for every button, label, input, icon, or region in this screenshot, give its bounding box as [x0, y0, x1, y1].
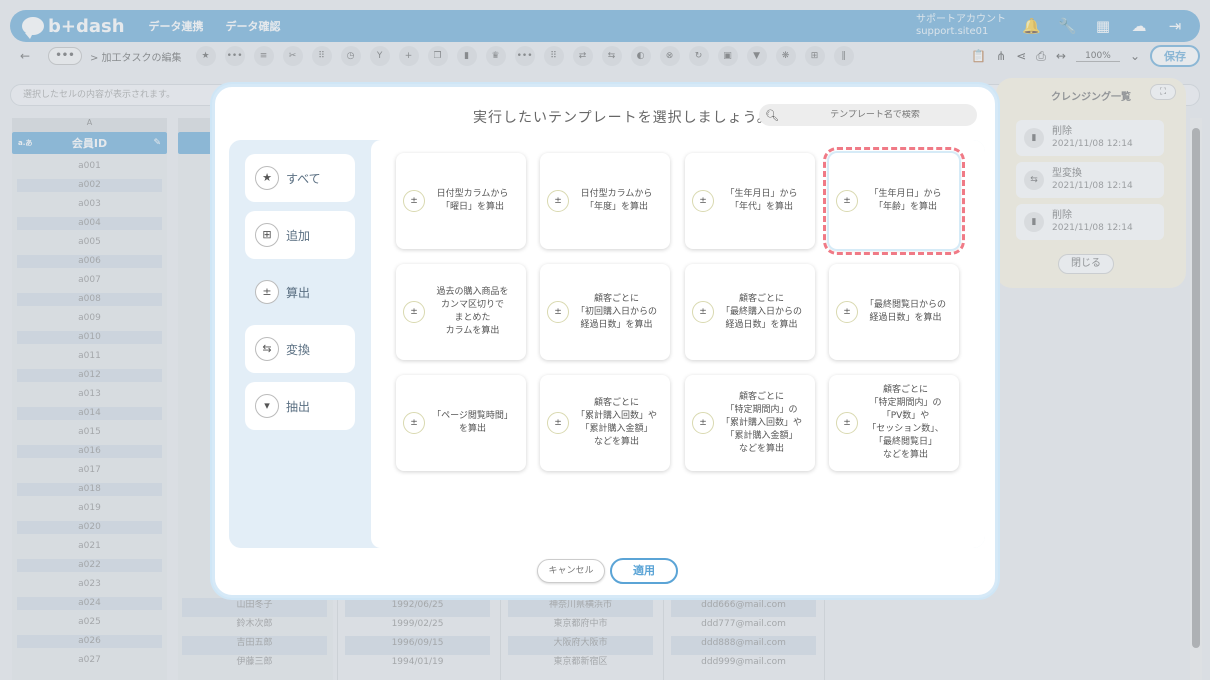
template-label: 顧客ごとに 「特定期間内」の 「累計購入回数」や 「累計購入金額」 などを算出 — [720, 391, 802, 454]
category-label: 追加 — [286, 228, 311, 243]
calc-icon: ± — [692, 412, 714, 434]
template-label: 顧客ごとに 「累計購入回数」や 「累計購入金額」 などを算出 — [575, 398, 657, 447]
calc-icon: ± — [547, 412, 569, 434]
template-label: 顧客ごとに 「初回購入日からの 経過日数」を算出 — [575, 293, 657, 330]
template-select-modal: 実行したいテンプレートを選択しましょう。 🔍︎ ★ すべて ⊞ 追加 ± 算出 … — [212, 84, 998, 598]
template-card[interactable]: ± 顧客ごとに 「最終購入日からの 経過日数」を算出 — [685, 264, 815, 360]
template-label: 日付型カラムから 「曜日」を算出 — [436, 189, 509, 212]
template-label: 顧客ごとに 「最終購入日からの 経過日数」を算出 — [720, 293, 802, 330]
calc-icon: ± — [255, 280, 279, 304]
calc-icon: ± — [836, 301, 858, 323]
template-card[interactable]: ± 「生年月日」から 「年代」を算出 — [685, 153, 815, 249]
template-label: 日付型カラムから 「年度」を算出 — [580, 189, 653, 212]
calc-icon: ± — [403, 412, 425, 434]
template-card[interactable]: ± 顧客ごとに 「初回購入日からの 経過日数」を算出 — [540, 264, 670, 360]
calc-icon: ± — [836, 190, 858, 212]
template-card[interactable]: ± 「最終閲覧日からの 経過日数」を算出 — [829, 264, 959, 360]
calc-icon: ± — [692, 301, 714, 323]
filter-icon: ▾ — [255, 394, 279, 418]
calc-icon: ± — [403, 301, 425, 323]
category-add[interactable]: ⊞ 追加 — [245, 211, 355, 259]
calc-icon: ± — [547, 190, 569, 212]
plus-box-icon: ⊞ — [255, 223, 279, 247]
category-calc[interactable]: ± 算出 — [245, 268, 371, 316]
category-label: すべて — [286, 171, 321, 186]
search-icon: 🔍︎ — [765, 108, 779, 122]
category-label: 抽出 — [286, 399, 311, 414]
calc-icon: ± — [692, 190, 714, 212]
template-card[interactable]: ± 「生年月日」から 「年齢」を算出 — [823, 147, 965, 255]
category-label: 変換 — [286, 342, 311, 357]
category-label: 算出 — [286, 285, 311, 300]
template-card[interactable]: ± 顧客ごとに 「特定期間内」の 「PV数」や 「セッション数」、 「最終閲覧日」… — [829, 375, 959, 471]
modal-body: ★ すべて ⊞ 追加 ± 算出 ⇆ 変換 ▾ 抽出 ± 日付型カラムから 「曜日」… — [229, 140, 985, 548]
cancel-button[interactable]: キャンセル — [537, 559, 605, 583]
category-all[interactable]: ★ すべて — [245, 154, 355, 202]
template-label: 「生年月日」から 「年齢」を算出 — [869, 189, 942, 212]
template-label: 「ページ閲覧時間」 を算出 — [432, 411, 513, 434]
category-sidebar: ★ すべて ⊞ 追加 ± 算出 ⇆ 変換 ▾ 抽出 — [229, 140, 371, 548]
template-label: 顧客ごとに 「特定期間内」の 「PV数」や 「セッション数」、 「最終閲覧日」 … — [867, 385, 944, 460]
category-convert[interactable]: ⇆ 変換 — [245, 325, 355, 373]
template-card[interactable]: ± 日付型カラムから 「曜日」を算出 — [396, 153, 526, 249]
modal-title: 実行したいテンプレートを選択しましょう。 — [473, 110, 772, 126]
star-icon: ★ — [255, 166, 279, 190]
template-card[interactable]: ± 顧客ごとに 「累計購入回数」や 「累計購入金額」 などを算出 — [540, 375, 670, 471]
template-search[interactable]: 🔍︎ — [759, 104, 977, 126]
convert-icon: ⇆ — [255, 337, 279, 361]
calc-icon: ± — [403, 190, 425, 212]
template-card[interactable]: ± 過去の購入商品を カンマ区切りで まとめた カラムを算出 — [396, 264, 526, 360]
category-extract[interactable]: ▾ 抽出 — [245, 382, 355, 430]
template-label: 「最終閲覧日からの 経過日数」を算出 — [864, 300, 946, 323]
search-input[interactable] — [785, 110, 965, 120]
template-label: 「生年月日」から 「年代」を算出 — [725, 189, 798, 212]
calc-icon: ± — [547, 301, 569, 323]
template-label: 過去の購入商品を カンマ区切りで まとめた カラムを算出 — [436, 287, 509, 336]
template-grid: ± 日付型カラムから 「曜日」を算出 ± 日付型カラムから 「年度」を算出 ± 「生年月日… — [371, 140, 985, 548]
template-card[interactable]: ± 日付型カラムから 「年度」を算出 — [540, 153, 670, 249]
calc-icon: ± — [836, 412, 858, 434]
template-card[interactable]: ± 顧客ごとに 「特定期間内」の 「累計購入回数」や 「累計購入金額」 などを算出 — [685, 375, 815, 471]
template-card[interactable]: ± 「ページ閲覧時間」 を算出 — [396, 375, 526, 471]
apply-button[interactable]: 適用 — [610, 558, 678, 584]
